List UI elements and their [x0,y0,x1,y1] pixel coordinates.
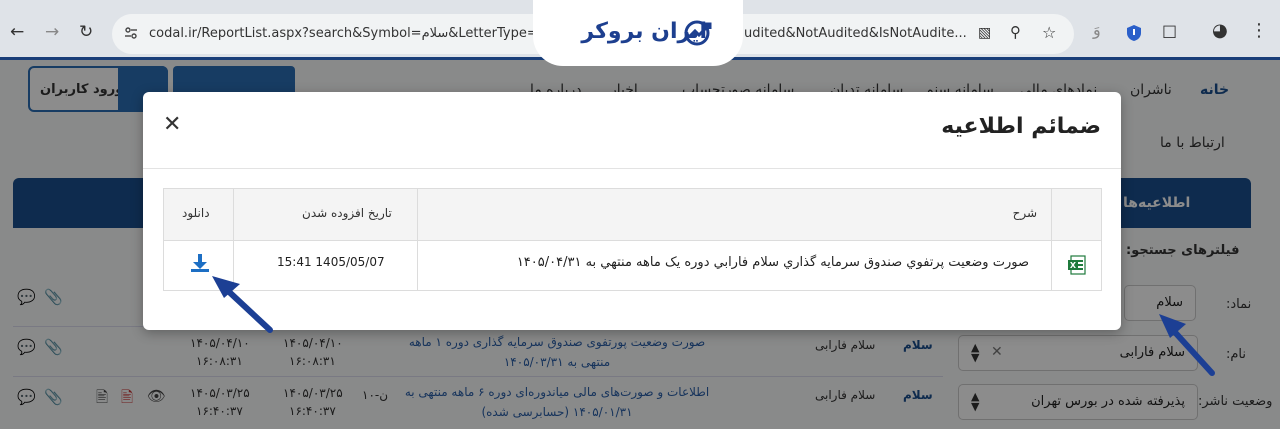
translate-icon[interactable]: ▧ [978,25,991,41]
reload-icon[interactable]: ↻ [79,22,93,42]
column-divider [1051,189,1052,290]
column-divider [233,189,234,290]
header-divider [164,240,1101,241]
attachments-table: شرح تاریخ افزوده شدن دانلود X صورت وضعيت… [163,188,1102,291]
excel-file-icon: X [1068,255,1086,275]
column-header-date-added: تاریخ افزوده شدن [302,206,392,220]
column-header-download: دانلود [182,206,210,220]
site-settings-icon[interactable] [124,26,138,40]
column-header-description: شرح [1012,206,1037,220]
column-divider [417,189,418,290]
zoom-icon[interactable]: ⚲ [1010,23,1021,41]
shield-icon[interactable] [1126,24,1142,42]
attachment-date-added: 1405/05/07 15:41 [277,255,385,269]
modal-title: ضمائم اطلاعیه [941,114,1101,139]
profile-avatar-icon[interactable]: ◕ [1212,20,1228,41]
url-text-left: codal.ir/ReportList.aspx?search&Symbol=س… [149,26,561,41]
svg-text:X: X [1070,261,1077,270]
modal-divider [143,168,1121,169]
iran-broker-watermark: ایران بروکر [533,0,743,66]
extensions-icon[interactable]: □ [1162,21,1177,40]
back-arrow-icon[interactable]: ← [10,22,24,42]
close-icon[interactable]: ✕ [163,112,181,137]
language-badge[interactable]: وَ [1093,20,1101,39]
trend-chart-icon [684,20,712,46]
bookmark-star-icon[interactable]: ☆ [1042,23,1056,42]
download-icon[interactable] [189,252,211,274]
attachment-description: صورت وضعيت پرتفوي صندوق سرمايه گذاري سلا… [516,255,1029,270]
url-text-right: udited&NotAudited&IsNotAudite... [744,26,967,41]
attachments-modal: ضمائم اطلاعیه ✕ شرح تاریخ افزوده شدن دان… [143,92,1121,330]
menu-kebab-icon[interactable]: ⋮ [1250,20,1268,41]
forward-arrow-icon[interactable]: → [45,22,59,42]
